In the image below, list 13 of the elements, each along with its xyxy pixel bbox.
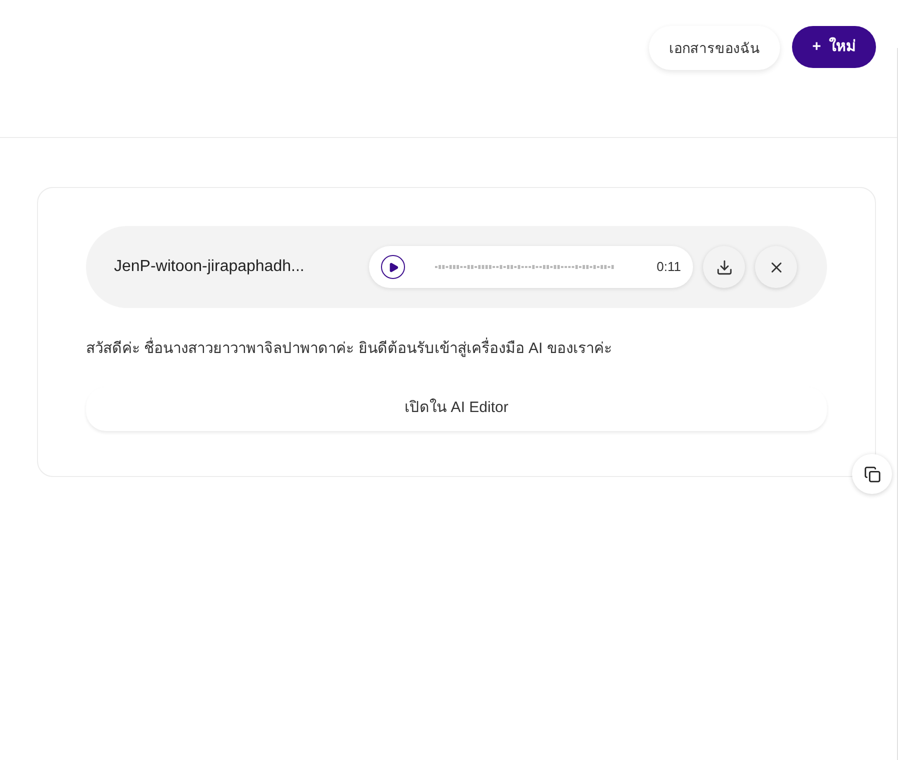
copy-button[interactable]	[852, 454, 892, 494]
download-button[interactable]	[703, 246, 745, 288]
copy-icon	[864, 466, 880, 482]
file-name: JenP-witoon-jirapaphadh...	[114, 257, 306, 277]
transcript-text: สวัสดีค่ะ ชื่อนางสาวยาวาพาจิลปาพาดาค่ะ ยินดีต้อนรับเข้าสู่เครื่องมือ AI ของเราค่ะ	[86, 338, 827, 360]
new-button[interactable]: + ใหม่	[792, 26, 876, 68]
open-in-editor-button[interactable]: เปิดใน AI Editor	[86, 386, 827, 430]
close-button[interactable]	[755, 246, 797, 288]
my-documents-button[interactable]: เอกสารของฉัน	[649, 26, 780, 70]
duration: 0:11	[656, 258, 681, 276]
play-icon	[388, 262, 398, 272]
play-button[interactable]	[381, 255, 405, 279]
download-icon	[716, 258, 732, 276]
